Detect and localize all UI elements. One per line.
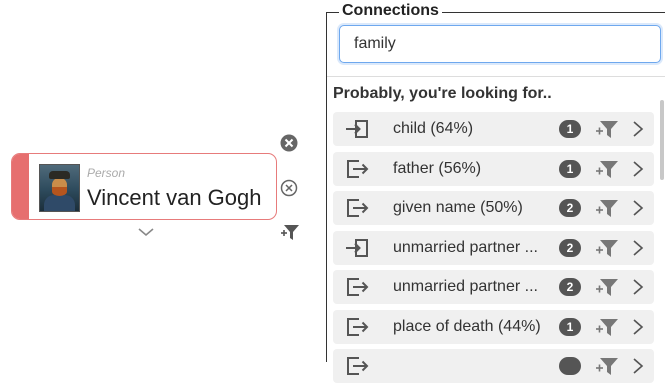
connection-count-badge: 2: [559, 278, 581, 296]
scrollbar[interactable]: [660, 100, 664, 180]
filter-add-icon[interactable]: [595, 316, 619, 338]
link-out-icon: [343, 158, 371, 180]
link-in-icon: [343, 118, 371, 140]
link-out-icon: [343, 355, 371, 377]
filter-add-icon[interactable]: [595, 158, 619, 180]
connection-row[interactable]: given name (50%) 2: [333, 191, 654, 225]
filter-add-icon[interactable]: [595, 118, 619, 140]
panel-title: Connections: [339, 3, 442, 19]
connection-row[interactable]: child (64%) 1: [333, 112, 654, 146]
filter-add-icon[interactable]: [595, 355, 619, 377]
chevron-right-icon[interactable]: [631, 357, 645, 375]
connection-label: unmarried partner ...: [393, 278, 538, 295]
connections-search-input[interactable]: [339, 25, 661, 63]
filter-add-icon[interactable]: [280, 222, 300, 242]
connection-count-badge: [559, 357, 581, 375]
chevron-right-icon[interactable]: [631, 199, 645, 217]
connection-label: child (64%): [393, 120, 474, 137]
chevron-right-icon[interactable]: [631, 318, 645, 336]
chevron-right-icon[interactable]: [631, 120, 645, 138]
link-in-icon: [343, 237, 371, 259]
connection-label: given name (50%): [393, 199, 523, 216]
node-name: Vincent van Gogh: [87, 185, 262, 210]
connection-count-badge: 1: [559, 159, 581, 178]
link-out-icon: [343, 197, 371, 219]
connection-row[interactable]: [333, 349, 654, 383]
connection-label: place of death (44%): [393, 317, 541, 335]
node-color-stripe: [12, 154, 29, 219]
connection-row[interactable]: unmarried partner ... 2: [333, 230, 654, 265]
link-out-icon: [343, 276, 371, 298]
chevron-right-icon[interactable]: [631, 239, 645, 257]
chevron-right-icon[interactable]: [631, 160, 645, 178]
chevron-down-icon[interactable]: [137, 226, 155, 238]
suggestions-heading: Probably, you're looking for..: [333, 85, 552, 102]
connection-count-badge: 2: [559, 199, 581, 217]
connection-count-badge: 1: [559, 120, 581, 138]
link-out-icon: [343, 316, 371, 338]
connection-row[interactable]: father (56%) 1: [333, 151, 654, 186]
connection-row[interactable]: unmarried partner ... 2: [333, 270, 654, 304]
connection-label: father (56%): [393, 159, 482, 177]
filter-add-icon[interactable]: [595, 237, 619, 259]
person-node[interactable]: Person Vincent van Gogh: [11, 153, 277, 220]
connection-row[interactable]: place of death (44%) 1: [333, 309, 654, 344]
filter-add-icon[interactable]: [595, 197, 619, 219]
chevron-right-icon[interactable]: [631, 278, 645, 296]
node-type-label: Person: [87, 166, 126, 180]
remove-circle-icon[interactable]: [280, 179, 298, 197]
connection-count-badge: 1: [559, 317, 581, 336]
divider: [327, 76, 665, 77]
filter-add-icon[interactable]: [595, 276, 619, 298]
node-portrait-image: [39, 164, 80, 212]
close-circle-icon[interactable]: [280, 134, 298, 152]
connection-count-badge: 2: [559, 238, 581, 257]
connection-label: unmarried partner ...: [393, 238, 538, 256]
